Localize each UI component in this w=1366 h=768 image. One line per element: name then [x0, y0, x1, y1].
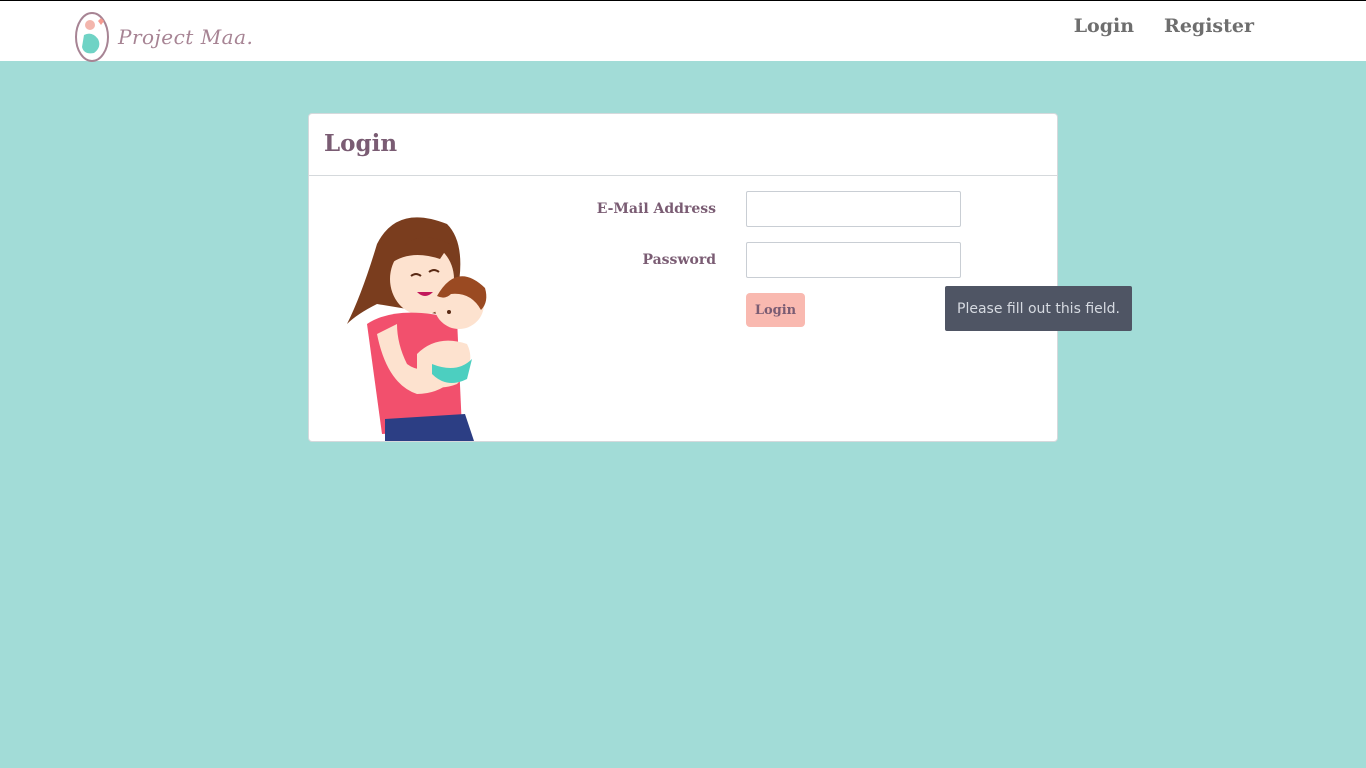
password-label: Password [642, 252, 716, 268]
brand-name: Project Maa. [118, 25, 254, 49]
validation-tooltip: Please fill out this field. [945, 286, 1132, 331]
email-label: E-Mail Address [596, 201, 716, 217]
card-header: Login [309, 114, 1057, 176]
login-card: Login E-Mail Address Password Login [308, 113, 1058, 442]
email-field[interactable] [746, 191, 961, 227]
nav-register-link[interactable]: Register [1164, 15, 1254, 37]
nav-links: Login Register [1074, 15, 1254, 37]
mother-holding-baby-illustration [347, 217, 487, 441]
mother-logo-icon [75, 12, 109, 62]
password-field[interactable] [746, 242, 961, 278]
nav-login-link[interactable]: Login [1074, 15, 1134, 37]
card-title: Login [324, 130, 398, 157]
login-submit-button[interactable]: Login [746, 293, 805, 327]
top-navbar: Project Maa. Login Register [0, 1, 1366, 63]
brand-logo[interactable]: Project Maa. [74, 11, 253, 63]
